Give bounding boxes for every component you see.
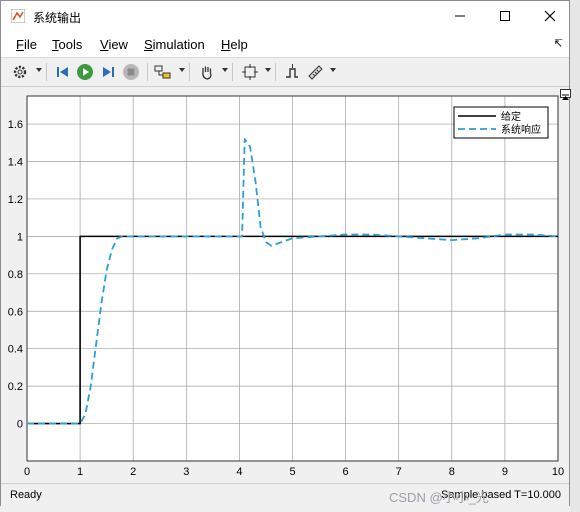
stop-button[interactable] — [121, 62, 141, 82]
pan-button[interactable] — [197, 62, 217, 82]
measurements-dropdown-arrow[interactable] — [330, 68, 336, 72]
y-tick-label: 0.8 — [8, 269, 23, 281]
menu-tools[interactable]: Tools — [52, 37, 82, 52]
menu-bar: File Tools View Simulation Help ↸ — [1, 31, 569, 58]
menu-simulation[interactable]: Simulation — [144, 37, 205, 52]
run-button[interactable] — [75, 62, 95, 82]
menu-file[interactable]: File — [16, 37, 37, 52]
x-tick-label: 8 — [449, 466, 455, 478]
y-tick-label: 0.6 — [8, 306, 23, 318]
window-title: 系统输出 — [33, 11, 82, 25]
step-back-icon — [57, 67, 68, 77]
x-tick-label: 5 — [289, 466, 295, 478]
y-tick-label: 1.4 — [8, 157, 23, 169]
ruler-icon — [308, 65, 323, 80]
x-tick-label: 9 — [502, 466, 508, 478]
cursor-measurements-button[interactable] — [305, 62, 325, 82]
run-icon — [77, 64, 93, 80]
fit-dropdown-arrow[interactable] — [265, 68, 271, 72]
highlight-dropdown-arrow[interactable] — [179, 68, 185, 72]
step-forward-button[interactable] — [98, 62, 118, 82]
up-arrow-icon — [562, 94, 569, 100]
fit-to-view-icon — [242, 64, 258, 80]
toolbar — [1, 58, 569, 87]
toolbar-separator — [232, 63, 233, 81]
matlab-app-icon — [11, 9, 25, 23]
x-tick-label: 6 — [343, 466, 349, 478]
menu-view[interactable]: View — [100, 37, 128, 52]
hand-pan-icon — [202, 66, 212, 80]
plot-area: 0 1 2 3 4 5 6 7 8 9 10 0 0.2 0.4 0.6 0.8 1 1.2 1.4 1.6 给定 系统… — [1, 87, 569, 481]
minimize-button[interactable] — [437, 1, 483, 31]
settings-button[interactable] — [10, 62, 30, 82]
gear-icon — [13, 65, 27, 79]
signal-highlight-button[interactable] — [153, 62, 173, 82]
watermark-text: CSDN @小小_光 — [389, 490, 489, 505]
pan-dropdown-arrow[interactable] — [222, 68, 228, 72]
minimize-icon — [455, 15, 465, 17]
x-tick-label: 7 — [396, 466, 402, 478]
y-tick-label: 0.4 — [8, 344, 23, 356]
maximize-icon — [500, 11, 510, 21]
close-icon — [544, 10, 556, 22]
menu-help[interactable]: Help — [221, 37, 248, 52]
settings-dropdown-arrow[interactable] — [36, 68, 42, 72]
maximize-button[interactable] — [482, 1, 528, 31]
x-tick-label: 1 — [77, 466, 83, 478]
toolbar-separator — [147, 63, 148, 81]
x-tick-label: 4 — [236, 466, 242, 478]
undock-arrow-icon[interactable]: ↸ — [554, 37, 563, 50]
y-tick-label: 0 — [17, 419, 23, 431]
fit-to-view-button[interactable] — [240, 62, 260, 82]
x-tick-label: 2 — [130, 466, 136, 478]
legend: 给定系统响应 — [453, 106, 549, 139]
close-button[interactable] — [527, 1, 573, 31]
trigger-icon — [286, 64, 298, 78]
x-tick-label: 3 — [183, 466, 189, 478]
legend-label: 系统响应 — [501, 123, 541, 136]
x-tick-label: 10 — [552, 466, 564, 478]
grid-layer — [26, 95, 559, 462]
title-bar: 系统输出 — [1, 1, 569, 31]
stop-icon — [123, 64, 139, 80]
y-tick-label: 1.2 — [8, 194, 23, 206]
toolbar-separator — [189, 63, 190, 81]
triggers-button[interactable] — [282, 62, 302, 82]
scope-chart[interactable]: 0 1 2 3 4 5 6 7 8 9 10 0 0.2 0.4 0.6 0.8 1 1.2 1.4 1.6 给定系统… — [1, 87, 569, 481]
legend-label: 给定 — [501, 110, 521, 123]
toolbar-separator — [46, 63, 47, 81]
toolbar-separator — [275, 63, 276, 81]
status-ready: Ready — [10, 489, 42, 501]
y-tick-label: 0.2 — [8, 381, 23, 393]
background-app-strip — [570, 0, 580, 512]
x-tick-label: 0 — [24, 466, 30, 478]
highlight-block-icon — [154, 65, 171, 79]
step-forward-icon — [103, 67, 114, 77]
expand-pin-button[interactable] — [560, 89, 571, 100]
y-tick-label: 1.6 — [8, 119, 23, 131]
step-back-button[interactable] — [53, 62, 73, 82]
y-tick-label: 1 — [17, 231, 23, 243]
scope-window: 系统输出 File Tools View Simulation Help ↸ 0… — [0, 0, 571, 506]
